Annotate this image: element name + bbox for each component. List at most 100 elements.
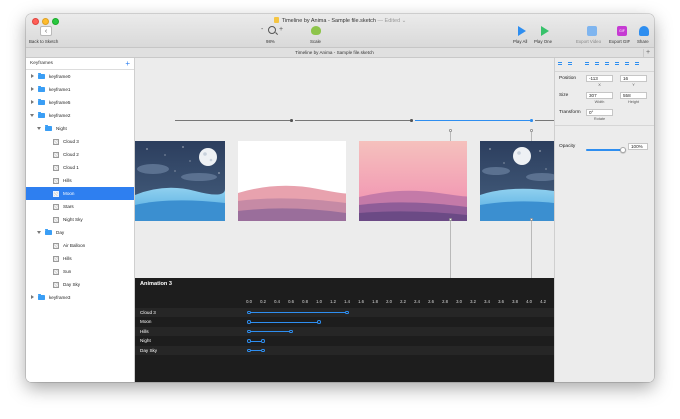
animation-track-row[interactable]: Hills bbox=[135, 327, 554, 336]
play-all-icon[interactable] bbox=[518, 26, 526, 36]
track-start-handle[interactable] bbox=[247, 320, 251, 324]
transition-arrow[interactable] bbox=[295, 120, 411, 121]
track-start-handle[interactable] bbox=[247, 339, 251, 343]
disclosure-right-icon[interactable] bbox=[31, 100, 34, 104]
disclosure-right-icon[interactable] bbox=[31, 74, 34, 78]
track-duration-bar[interactable] bbox=[249, 312, 347, 313]
animation-track-row[interactable]: Day Sky bbox=[135, 346, 554, 355]
layer-row-cloud-1[interactable]: Cloud 1 bbox=[26, 161, 134, 174]
layer-row-hills[interactable]: Hills bbox=[26, 252, 134, 265]
layer-row-sun[interactable]: Sun bbox=[26, 265, 134, 278]
align-middle-icon[interactable] bbox=[624, 61, 630, 68]
keyframe-artboard-night-2[interactable] bbox=[480, 141, 554, 221]
animation-track-row[interactable]: Moon bbox=[135, 318, 554, 327]
scale-icon[interactable] bbox=[311, 26, 321, 35]
time-tick-label[interactable]: 3.0 bbox=[452, 299, 466, 304]
layer-row-keyframe1[interactable]: keyframe1 bbox=[26, 83, 134, 96]
align-top-icon[interactable] bbox=[614, 61, 620, 68]
time-tick-label[interactable]: 3.8 bbox=[508, 299, 522, 304]
layer-row-night[interactable]: Night bbox=[26, 122, 134, 135]
align-left-edge-icon[interactable] bbox=[584, 61, 590, 68]
layer-row-stars[interactable]: Stars bbox=[26, 200, 134, 213]
align-left-icon[interactable] bbox=[557, 61, 563, 68]
position-x-field[interactable]: -113 bbox=[586, 75, 613, 82]
disclosure-down-icon[interactable] bbox=[37, 231, 41, 234]
selection-handle[interactable] bbox=[530, 129, 533, 132]
time-tick-label[interactable]: 3.4 bbox=[480, 299, 494, 304]
selection-handle[interactable] bbox=[449, 218, 452, 221]
align-bottom-icon[interactable] bbox=[634, 61, 640, 68]
layer-row-cloud-3[interactable]: Cloud 3 bbox=[26, 135, 134, 148]
time-tick-label[interactable]: 2.0 bbox=[382, 299, 396, 304]
time-tick-label[interactable]: 2.6 bbox=[424, 299, 438, 304]
layer-row-air-balloon[interactable]: Air Balloon bbox=[26, 239, 134, 252]
export-gif-icon[interactable]: GIF bbox=[617, 26, 627, 36]
zoom-out-icon[interactable]: - bbox=[261, 26, 263, 33]
zoom-in-icon[interactable]: + bbox=[279, 26, 283, 33]
keyframe-artboard-transition[interactable] bbox=[238, 141, 346, 221]
track-duration-bar[interactable] bbox=[249, 331, 291, 332]
time-tick-label[interactable]: 3.6 bbox=[494, 299, 508, 304]
selection-handle[interactable] bbox=[449, 129, 452, 132]
track-end-handle[interactable] bbox=[317, 320, 321, 324]
width-field[interactable]: 307 bbox=[586, 92, 613, 99]
time-tick-label[interactable]: 0.2 bbox=[256, 299, 270, 304]
disclosure-right-icon[interactable] bbox=[31, 295, 34, 299]
position-y-field[interactable]: 16 bbox=[620, 75, 647, 82]
add-tab-button[interactable]: + bbox=[643, 49, 652, 57]
transition-arrow-selected[interactable] bbox=[415, 120, 531, 122]
track-end-handle[interactable] bbox=[289, 329, 293, 334]
time-tick-label[interactable]: 2.2 bbox=[396, 299, 410, 304]
track-start-handle[interactable] bbox=[247, 348, 251, 353]
layer-row-keyframe3[interactable]: keyframe3 bbox=[26, 291, 134, 304]
time-tick-label[interactable]: 0.0 bbox=[242, 299, 256, 304]
export-video-icon[interactable] bbox=[587, 26, 597, 36]
layer-row-keyframe2[interactable]: keyframe2 bbox=[26, 109, 134, 122]
track-end-handle[interactable] bbox=[261, 348, 265, 353]
time-tick-label[interactable]: 4.0 bbox=[522, 299, 536, 304]
animation-track-row[interactable]: Night bbox=[135, 337, 554, 346]
track-end-handle[interactable] bbox=[345, 310, 349, 315]
time-tick-label[interactable]: 4.2 bbox=[536, 299, 550, 304]
time-tick-label[interactable]: 1.8 bbox=[368, 299, 382, 304]
align-distribute-icon[interactable] bbox=[567, 61, 573, 68]
time-tick-label[interactable]: 0.8 bbox=[298, 299, 312, 304]
track-end-handle[interactable] bbox=[261, 339, 265, 343]
transition-arrow[interactable] bbox=[175, 120, 291, 121]
time-tick-label[interactable]: 2.4 bbox=[410, 299, 424, 304]
rotate-field[interactable]: 0° bbox=[586, 109, 613, 116]
height-field[interactable]: 558 bbox=[620, 92, 647, 99]
transition-arrow[interactable] bbox=[535, 120, 554, 121]
time-tick-label[interactable]: 3.2 bbox=[466, 299, 480, 304]
layer-row-day[interactable]: Day bbox=[26, 226, 134, 239]
cloud-share-icon[interactable] bbox=[639, 26, 649, 36]
back-to-sketch-button[interactable]: ‹ bbox=[40, 26, 52, 36]
animation-track-row[interactable]: Cloud 3 bbox=[135, 308, 554, 317]
zoom-control[interactable]: - + bbox=[258, 26, 290, 36]
track-duration-bar[interactable] bbox=[249, 321, 319, 323]
disclosure-down-icon[interactable] bbox=[37, 127, 41, 130]
tab-document[interactable]: Timeline by Anima - Sample file.sketch bbox=[26, 48, 643, 58]
selection-handle[interactable] bbox=[530, 218, 533, 221]
disclosure-right-icon[interactable] bbox=[31, 87, 34, 91]
align-right-edge-icon[interactable] bbox=[604, 61, 610, 68]
edited-indicator[interactable]: — Edited ⌄ bbox=[378, 18, 407, 24]
play-one-icon[interactable] bbox=[541, 26, 549, 36]
track-start-handle[interactable] bbox=[247, 310, 251, 315]
layer-row-cloud-2[interactable]: Cloud 2 bbox=[26, 148, 134, 161]
layer-row-hills[interactable]: Hills bbox=[26, 174, 134, 187]
time-tick-label[interactable]: 1.2 bbox=[326, 299, 340, 304]
keyframe-artboard-night[interactable] bbox=[135, 141, 225, 221]
time-tick-label[interactable]: 1.6 bbox=[354, 299, 368, 304]
opacity-slider[interactable] bbox=[586, 146, 626, 153]
opacity-slider-knob[interactable] bbox=[620, 146, 626, 153]
layer-row-moon[interactable]: Moon bbox=[26, 187, 134, 200]
track-start-handle[interactable] bbox=[247, 329, 251, 334]
disclosure-down-icon[interactable] bbox=[30, 114, 34, 117]
keyframe-artboard-dusk[interactable] bbox=[359, 141, 467, 221]
add-keyframe-button[interactable]: + bbox=[125, 58, 130, 69]
layer-row-day-sky[interactable]: Day Sky bbox=[26, 278, 134, 291]
align-center-icon[interactable] bbox=[594, 61, 600, 68]
time-tick-label[interactable]: 2.8 bbox=[438, 299, 452, 304]
time-tick-label[interactable]: 0.6 bbox=[284, 299, 298, 304]
